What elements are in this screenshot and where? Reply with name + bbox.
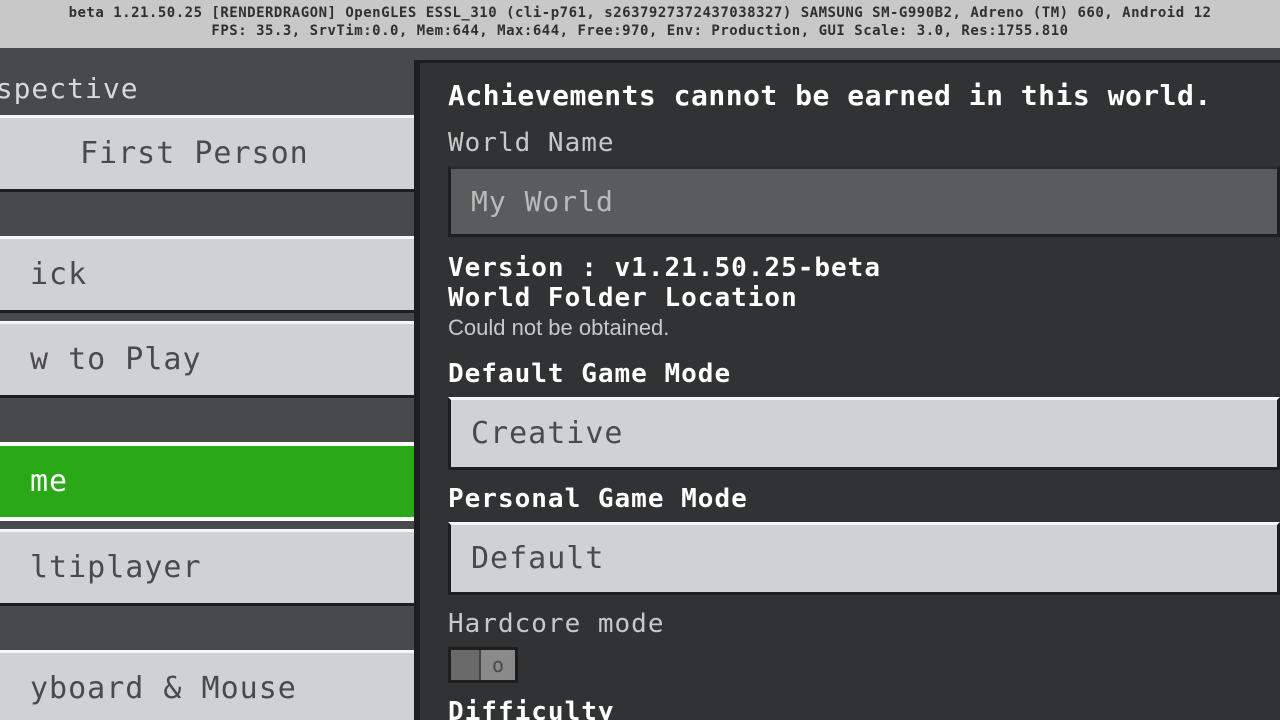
folder-location-value: Could not be obtained.	[448, 315, 1280, 341]
hardcore-mode-toggle[interactable]: o	[448, 647, 518, 683]
world-name-input[interactable]	[448, 166, 1280, 237]
toggle-knob	[451, 650, 481, 680]
sidebar-item-pick[interactable]: ick	[0, 236, 420, 313]
debug-overlay: beta 1.21.50.25 [RENDERDRAGON] OpenGLES …	[0, 0, 1280, 48]
settings-panel: Achievements cannot be earned in this wo…	[420, 60, 1280, 720]
sidebar-item-how-to-play[interactable]: w to Play	[0, 321, 420, 398]
sidebar: erspective First Person ick w to Play me…	[0, 60, 420, 720]
default-game-mode-label: Default Game Mode	[448, 359, 1280, 389]
toggle-off-indicator: o	[481, 653, 515, 677]
folder-location-label: World Folder Location	[448, 283, 1280, 313]
difficulty-label: Difficulty	[448, 697, 1280, 720]
sidebar-item-first-person[interactable]: First Person	[0, 115, 420, 192]
personal-game-mode-select[interactable]: Default	[448, 522, 1280, 595]
hardcore-mode-label: Hardcore mode	[448, 609, 1280, 639]
sidebar-item-multiplayer[interactable]: ltiplayer	[0, 529, 420, 606]
sidebar-item-keyboard-mouse[interactable]: yboard & Mouse	[0, 650, 420, 720]
default-game-mode-select[interactable]: Creative	[448, 397, 1280, 470]
achievements-banner: Achievements cannot be earned in this wo…	[448, 79, 1280, 112]
world-name-label: World Name	[448, 128, 1280, 158]
version-text: Version : v1.21.50.25-beta	[448, 253, 1280, 283]
personal-game-mode-label: Personal Game Mode	[448, 484, 1280, 514]
sidebar-item-game[interactable]: me	[0, 442, 420, 521]
sidebar-section-perspective: erspective	[0, 66, 414, 115]
